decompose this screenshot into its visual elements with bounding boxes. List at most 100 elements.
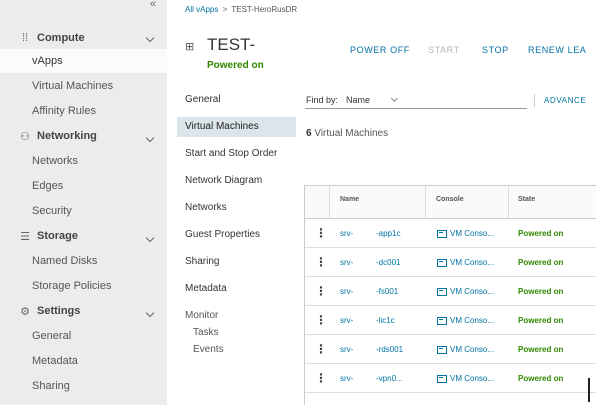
- column-header-console[interactable]: Console: [436, 196, 464, 203]
- console-icon: [437, 288, 447, 296]
- nav-item-security[interactable]: Security: [0, 199, 167, 223]
- column-header-state[interactable]: State: [518, 196, 535, 203]
- tab-virtual-machines[interactable]: Virtual Machines: [177, 117, 296, 137]
- collapse-nav-icon[interactable]: «: [150, 0, 156, 10]
- table-row[interactable]: ⋮ srv- -app1c VM Conso... Powered on: [305, 220, 596, 248]
- tab-metadata[interactable]: Metadata: [177, 279, 296, 299]
- row-actions-icon[interactable]: ⋮: [315, 256, 327, 268]
- nav-item-sharing[interactable]: Sharing: [0, 374, 167, 398]
- tab-events[interactable]: Events: [177, 340, 296, 360]
- vm-name-suffix[interactable]: -dc001: [376, 258, 400, 267]
- grid-icon: ⁞⁞: [21, 32, 29, 44]
- nav-item-storage-policies[interactable]: Storage Policies: [0, 274, 167, 298]
- nav-item-vapps[interactable]: vApps: [0, 49, 167, 73]
- tab-sharing[interactable]: Sharing: [177, 252, 296, 272]
- vm-console-link[interactable]: VM Conso...: [450, 316, 494, 325]
- tab-general[interactable]: General: [177, 90, 296, 110]
- vm-state: Powered on: [518, 345, 564, 354]
- nav-section-networking[interactable]: ⚇ Networking: [0, 124, 167, 148]
- vm-state: Powered on: [518, 374, 564, 383]
- tab-start-stop-order[interactable]: Start and Stop Order: [177, 144, 296, 164]
- nav-item-affinity-rules[interactable]: Affinity Rules: [0, 99, 167, 123]
- vm-name-prefix[interactable]: srv-: [340, 345, 353, 354]
- vm-datagrid: Name Console State ⋮ srv- -app1c VM Cons…: [304, 185, 596, 405]
- vm-name-suffix[interactable]: -rds001: [376, 345, 403, 354]
- breadcrumb: All vApps > TEST-HeroRusDR: [185, 5, 297, 14]
- vm-state: Powered on: [518, 229, 564, 238]
- console-icon: [437, 317, 447, 325]
- table-row[interactable]: ⋮ srv- -vpn0... VM Conso... Powered on: [305, 365, 596, 393]
- nav-item-virtual-machines[interactable]: Virtual Machines: [0, 74, 167, 98]
- stop-button[interactable]: STOP: [482, 45, 509, 55]
- start-button[interactable]: START: [428, 45, 460, 55]
- nav-section-storage[interactable]: ☰ Storage: [0, 224, 167, 248]
- page-title: TEST-: [207, 35, 256, 54]
- nav-section-label: Settings: [37, 305, 81, 317]
- nav-section-compute[interactable]: ⁞⁞ Compute: [0, 26, 167, 50]
- vm-name-prefix[interactable]: srv-: [340, 287, 353, 296]
- table-row[interactable]: ⋮ srv- -dc001 VM Conso... Powered on: [305, 249, 596, 277]
- console-icon: [437, 346, 447, 354]
- console-icon: [437, 375, 447, 383]
- search-input[interactable]: [305, 108, 527, 109]
- find-by-value: Name: [346, 95, 371, 105]
- nav-item-edges[interactable]: Edges: [0, 174, 167, 198]
- chevron-down-icon: [145, 33, 155, 43]
- vm-console-link[interactable]: VM Conso...: [450, 374, 494, 383]
- tab-guest-properties[interactable]: Guest Properties: [177, 225, 296, 245]
- console-icon: [437, 230, 447, 238]
- table-row[interactable]: ⋮ srv- -rds001 VM Conso... Powered on: [305, 336, 596, 364]
- vm-console-link[interactable]: VM Conso...: [450, 258, 494, 267]
- vm-name-prefix[interactable]: srv-: [340, 374, 353, 383]
- breadcrumb-link[interactable]: All vApps: [185, 5, 218, 14]
- power-off-button[interactable]: POWER OFF: [350, 45, 410, 55]
- chevron-down-icon: [145, 233, 155, 243]
- nav-section-label: Compute: [37, 32, 85, 44]
- nav-section-label: Storage: [37, 230, 78, 242]
- nav-item-named-disks[interactable]: Named Disks: [0, 249, 167, 273]
- vm-name-suffix[interactable]: -app1c: [376, 229, 400, 238]
- breadcrumb-separator: >: [222, 5, 228, 14]
- nav-item-networks[interactable]: Networks: [0, 149, 167, 173]
- vm-state: Powered on: [518, 258, 564, 267]
- status-badge: Powered on: [207, 60, 264, 71]
- row-actions-icon[interactable]: ⋮: [315, 285, 327, 297]
- vm-count: 6 Virtual Machines: [306, 128, 388, 139]
- gear-icon: ⚙: [20, 305, 30, 318]
- vm-count-label: Virtual Machines: [314, 128, 389, 139]
- database-icon: ☰: [20, 230, 30, 243]
- divider: [534, 94, 535, 107]
- vm-name-suffix[interactable]: -fs001: [376, 287, 398, 296]
- vm-name-prefix[interactable]: srv-: [340, 258, 353, 267]
- renew-lease-button[interactable]: RENEW LEA: [528, 45, 586, 55]
- vm-name-prefix[interactable]: srv-: [340, 316, 353, 325]
- table-header: Name Console State: [305, 186, 596, 219]
- nav-section-settings[interactable]: ⚙ Settings: [0, 299, 167, 323]
- breadcrumb-current: TEST-HeroRusDR: [231, 5, 298, 14]
- find-by-select[interactable]: Name: [346, 94, 399, 105]
- nav-section-label: Networking: [37, 130, 97, 142]
- table-row[interactable]: ⋮ srv- -lic1c VM Conso... Powered on: [305, 307, 596, 335]
- tab-networks[interactable]: Networks: [177, 198, 296, 218]
- column-divider: [329, 186, 330, 219]
- column-divider: [425, 186, 426, 219]
- row-actions-icon[interactable]: ⋮: [315, 372, 327, 384]
- console-icon: [437, 259, 447, 267]
- table-row[interactable]: ⋮ srv- -fs001 VM Conso... Powered on: [305, 278, 596, 306]
- row-actions-icon[interactable]: ⋮: [315, 314, 327, 326]
- nav-item-metadata[interactable]: Metadata: [0, 349, 167, 373]
- vm-console-link[interactable]: VM Conso...: [450, 345, 494, 354]
- vm-state: Powered on: [518, 287, 564, 296]
- advanced-filter-button[interactable]: ADVANCE: [544, 96, 586, 105]
- column-header-name[interactable]: Name: [340, 196, 359, 203]
- row-actions-icon[interactable]: ⋮: [315, 343, 327, 355]
- nav-item-general[interactable]: General: [0, 324, 167, 348]
- vm-name-suffix[interactable]: -lic1c: [376, 316, 395, 325]
- vm-console-link[interactable]: VM Conso...: [450, 229, 494, 238]
- vm-console-link[interactable]: VM Conso...: [450, 287, 494, 296]
- app-root: « ⁞⁞ Compute vApps Virtual Machines Affi…: [0, 0, 596, 405]
- row-actions-icon[interactable]: ⋮: [315, 227, 327, 239]
- vm-name-suffix[interactable]: -vpn0...: [376, 374, 403, 383]
- vm-name-prefix[interactable]: srv-: [340, 229, 353, 238]
- tab-network-diagram[interactable]: Network Diagram: [177, 171, 296, 191]
